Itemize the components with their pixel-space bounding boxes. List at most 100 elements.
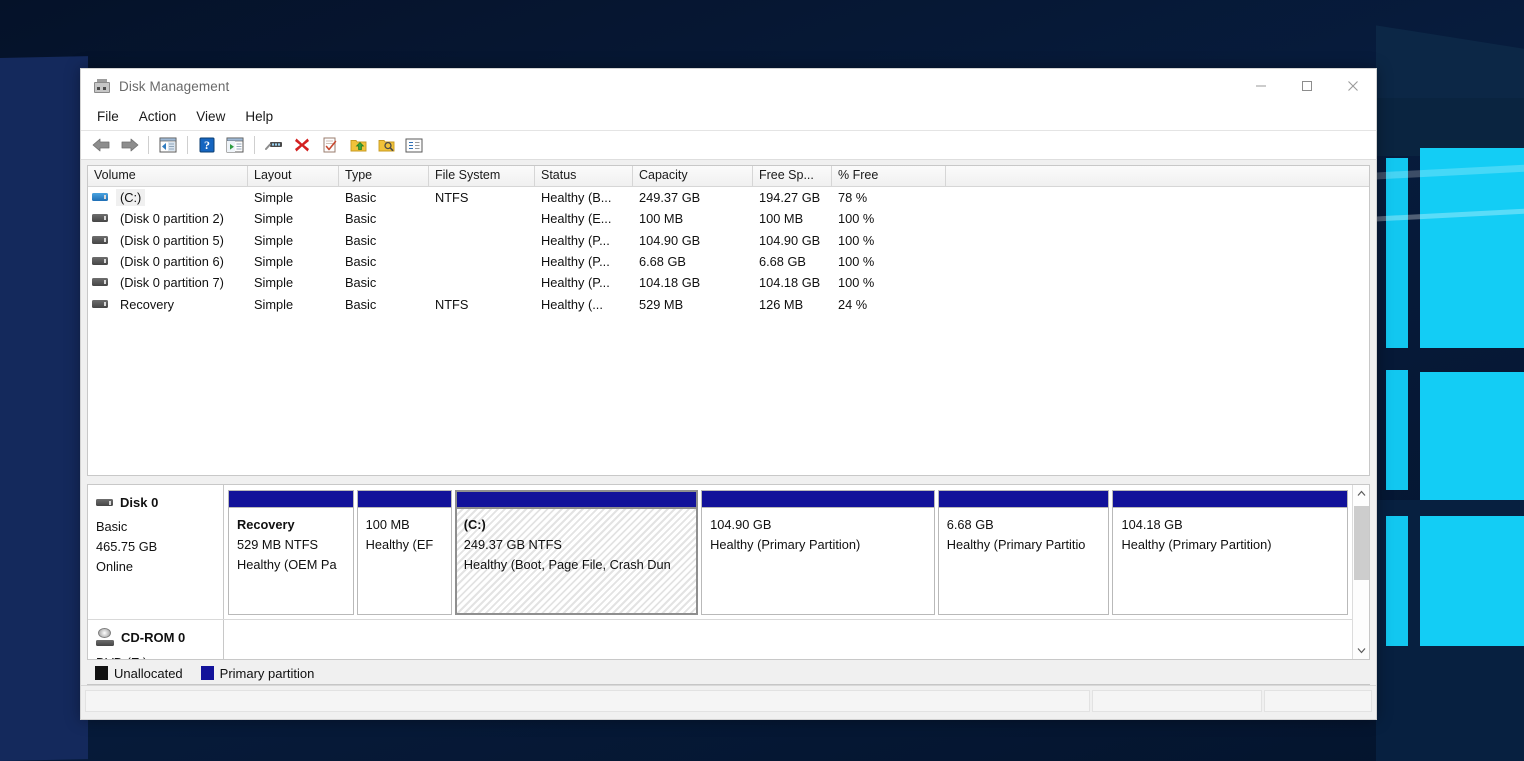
graphical-view-scroll-area: Disk 0 Basic 465.75 GB Online Recovery 529 MB… [88,485,1352,659]
column-header-file-system[interactable]: File System [429,166,535,186]
maximize-icon[interactable] [1284,69,1330,103]
close-icon[interactable] [1330,69,1376,103]
disk-state: Online [96,559,133,574]
graphical-view-scrollbar[interactable] [1352,485,1369,659]
partition-size: 249.37 GB NTFS [463,537,562,552]
scrollbar-thumb[interactable] [1353,506,1369,580]
volume-label: (Disk 0 partition 5) [120,232,224,248]
disk-info-disk-0[interactable]: Disk 0 Basic 465.75 GB Online [88,485,224,619]
cell-capacity: 104.90 GB [639,232,701,248]
cell-volume: (Disk 0 partition 5) [88,232,248,249]
cell-percent-free: 24 % [838,296,868,312]
cell-free-space: 6.68 GB [759,254,806,270]
cell-status: Healthy (E... [541,211,612,227]
cell-percent-free: 100 % [838,254,875,270]
scrollbar-track[interactable] [1353,502,1370,642]
hdd-icon [96,498,113,507]
svg-text:?: ? [204,138,210,152]
properties-icon[interactable] [317,133,343,157]
cell-type: Basic [345,211,377,227]
show-action-pane-icon[interactable] [222,133,248,157]
cd-rom-icon [96,628,114,646]
column-header-layout[interactable]: Layout [248,166,339,186]
partition-block[interactable]: 104.18 GB Healthy (Primary Partition) [1112,490,1348,615]
volume-label: Recovery [120,296,175,312]
disk-management-icon [94,79,110,93]
column-header-volume[interactable]: Volume [88,166,248,186]
cell-free-space: 126 MB [759,296,804,312]
forward-arrow-icon[interactable] [116,133,142,157]
drive-icon [92,235,108,246]
cell-type: Basic [345,232,377,248]
partition-block[interactable]: 6.68 GB Healthy (Primary Partitio [937,490,1110,615]
chevron-up-icon[interactable] [1353,485,1370,502]
drive-icon [92,277,108,288]
partition-color-bar [454,490,699,507]
menu-file[interactable]: File [87,106,129,127]
cell-volume: Recovery [88,296,248,313]
menu-bar: File Action View Help [81,103,1376,131]
cell-status: Healthy (P... [541,254,610,270]
table-row[interactable]: (Disk 0 partition 2) Simple Basic Healthy (… [88,208,1369,229]
legend-primary-partition-label: Primary partition [219,665,315,681]
cell-capacity: 249.37 GB [639,190,701,206]
cell-capacity: 100 MB [639,211,684,227]
menu-action[interactable]: Action [129,106,187,127]
disk-management-window: Disk Management File Action View Help ? … [80,68,1377,720]
search-icon[interactable] [373,133,399,157]
volume-label: (Disk 0 partition 2) [120,211,224,227]
cell-status: Healthy (P... [541,232,610,248]
chevron-down-icon[interactable] [1353,642,1370,659]
column-header-capacity[interactable]: Capacity [633,166,753,186]
cell-volume: (Disk 0 partition 6) [88,253,248,270]
drive-icon [92,213,108,224]
drive-icon [92,256,108,267]
table-row[interactable]: (C:) Simple Basic NTFS Healthy (B... 249.37 G… [88,187,1369,208]
cell-layout: Simple [254,232,294,248]
legend-unallocated-swatch [95,666,108,680]
cell-capacity: 104.18 GB [639,275,701,291]
cell-percent-free: 100 % [838,275,875,291]
help-icon[interactable]: ? [194,133,220,157]
show-console-tree-icon[interactable] [155,133,181,157]
column-header-status[interactable]: Status [535,166,633,186]
legend-primary-partition-swatch [200,666,214,680]
column-header-free[interactable]: % Free [832,166,946,186]
column-header-type[interactable]: Type [339,166,429,186]
window-title: Disk Management [119,78,230,94]
partition-status: Healthy (Primary Partition) [1121,537,1272,552]
cell-type: Basic [345,275,377,291]
cell-free-space: 194.27 GB [759,190,821,206]
partition-color-bar [356,490,452,507]
cell-volume: (Disk 0 partition 2) [88,210,248,227]
back-arrow-icon[interactable] [88,133,114,157]
partition-block[interactable]: (C:) 249.37 GB NTFS Healthy (Boot, Page Fi… [454,490,699,615]
disk-name: CD-ROM 0 [121,629,186,645]
cell-percent-free: 78 % [838,190,868,206]
cell-free-space: 104.90 GB [759,232,821,248]
cell-percent-free: 100 % [838,232,875,248]
partition-block[interactable]: 100 MB Healthy (EF [356,490,452,615]
disk-info-cd-rom-0[interactable]: CD-ROM 0 DVD (E:) [88,620,224,659]
column-header-free-sp[interactable]: Free Sp... [753,166,832,186]
toolbar-separator-3 [254,136,255,154]
table-row[interactable]: (Disk 0 partition 5) Simple Basic Healthy (… [88,230,1369,251]
cell-file-system: NTFS [435,190,469,206]
partition-block[interactable]: 104.90 GB Healthy (Primary Partition) [701,490,935,615]
cell-capacity: 529 MB [639,296,684,312]
partition-block[interactable]: Recovery 529 MB NTFS Healthy (OEM Pa [228,490,354,615]
minimize-icon[interactable] [1238,69,1284,103]
detail-view-icon[interactable] [401,133,427,157]
wallpaper-left-panel [0,56,88,761]
menu-help[interactable]: Help [235,106,283,127]
rescan-disks-icon[interactable] [261,133,287,157]
table-row[interactable]: Recovery Simple Basic NTFS Healthy (... 529 M… [88,293,1369,314]
volume-label: (C:) [116,189,146,207]
delete-icon[interactable] [289,133,315,157]
export-list-icon[interactable] [345,133,371,157]
column-header-spacer[interactable] [946,166,1369,186]
table-row[interactable]: (Disk 0 partition 7) Simple Basic Healthy (… [88,272,1369,293]
table-row[interactable]: (Disk 0 partition 6) Simple Basic Healthy (… [88,251,1369,272]
wallpaper-tile-c [1386,370,1408,490]
menu-view[interactable]: View [186,106,235,127]
